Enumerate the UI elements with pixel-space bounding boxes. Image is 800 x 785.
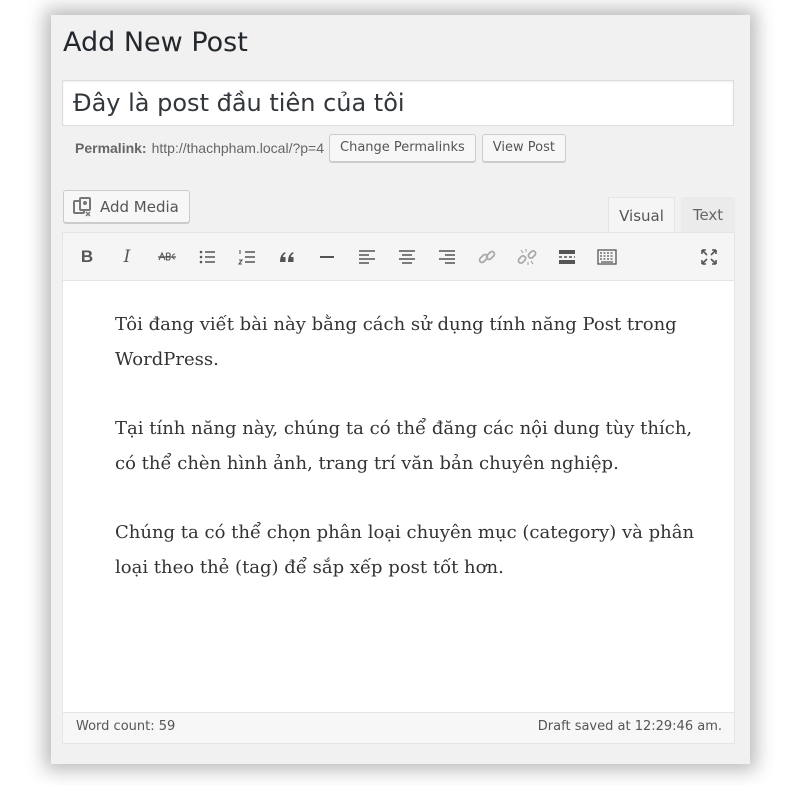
content-editor[interactable]: B I Tôi đang viết bài này bằng cách sử d…	[62, 232, 735, 744]
toolbar-toggle-button[interactable]	[595, 245, 619, 269]
editor-content[interactable]: Tôi đang viết bài này bằng cách sử dụng …	[115, 307, 695, 619]
content-paragraph: Tôi đang viết bài này bằng cách sử dụng …	[115, 314, 677, 370]
blockquote-button[interactable]	[275, 245, 299, 269]
bold-icon: B	[80, 247, 94, 266]
bold-button[interactable]: B	[75, 245, 99, 269]
bulleted-list-button[interactable]	[195, 245, 219, 269]
permalink-url[interactable]: http://thachpham.local/?p=4	[152, 140, 324, 156]
numbered-list-icon	[237, 250, 255, 265]
horizontal-line-icon	[320, 256, 334, 258]
content-paragraph: Chúng ta có thể chọn phân loại chuyên mụ…	[115, 522, 695, 578]
fullscreen-button[interactable]	[697, 245, 721, 269]
align-left-icon	[359, 250, 375, 264]
read-more-icon	[559, 250, 575, 264]
align-center-button[interactable]	[395, 245, 419, 269]
remove-link-button[interactable]	[515, 245, 539, 269]
page-title: Add New Post	[63, 27, 248, 58]
align-right-button[interactable]	[435, 245, 459, 269]
add-media-label: Add Media	[100, 197, 179, 216]
editor-status-bar: Word count: 59 Draft saved at 12:29:46 a…	[63, 712, 734, 743]
italic-icon: I	[123, 247, 131, 267]
strikethrough-icon	[158, 251, 176, 261]
blockquote-icon	[280, 252, 294, 262]
align-right-icon	[439, 250, 455, 264]
fullscreen-icon	[701, 249, 717, 265]
bulleted-list-icon	[199, 250, 215, 264]
read-more-button[interactable]	[555, 245, 579, 269]
permalink-label: Permalink:	[75, 140, 147, 156]
word-count: Word count: 59	[76, 719, 176, 734]
tab-text[interactable]: Text	[681, 197, 735, 233]
post-title-input[interactable]: Đây là post đầu tiên của tôi	[62, 80, 734, 126]
numbered-list-button[interactable]	[235, 245, 259, 269]
insert-link-button[interactable]	[475, 245, 499, 269]
change-permalinks-button[interactable]: Change Permalinks	[329, 134, 476, 162]
tab-visual[interactable]: Visual	[608, 197, 675, 233]
editor-toolbar: B I	[63, 233, 734, 281]
unlink-icon	[517, 249, 537, 265]
permalink-row: Permalink: http://thachpham.local/?p=4 C…	[75, 133, 572, 163]
italic-button[interactable]: I	[115, 245, 139, 269]
toolbar-toggle-icon	[597, 249, 617, 265]
align-left-button[interactable]	[355, 245, 379, 269]
align-center-icon	[399, 250, 415, 264]
horizontal-line-button[interactable]	[315, 245, 339, 269]
view-post-button[interactable]: View Post	[481, 134, 566, 162]
content-paragraph: Tại tính năng này, chúng ta có thể đăng …	[115, 418, 693, 474]
link-icon	[478, 250, 496, 264]
draft-saved-status: Draft saved at 12:29:46 am.	[537, 719, 722, 734]
add-media-button[interactable]: Add Media	[63, 190, 190, 223]
add-media-icon	[73, 196, 91, 217]
strikethrough-button[interactable]	[155, 245, 179, 269]
